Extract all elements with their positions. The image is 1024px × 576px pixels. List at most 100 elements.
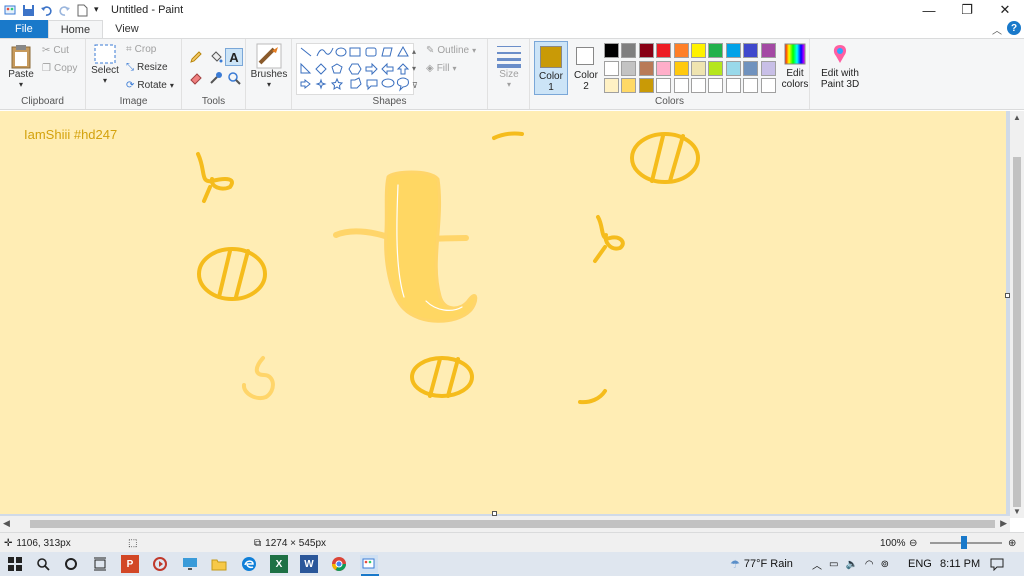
fill-bucket-icon[interactable] [208,49,224,65]
save-icon[interactable] [22,4,35,17]
media-player-icon[interactable] [151,555,169,573]
redo-icon[interactable] [58,4,71,17]
zoom-slider-thumb[interactable] [961,536,967,549]
color-picker-icon[interactable] [208,70,224,86]
paint-app-icon[interactable] [4,4,17,17]
powerpoint-icon[interactable]: P [121,555,139,573]
tab-home[interactable]: Home [47,20,104,38]
text-tool-icon[interactable]: A [225,48,243,66]
color-swatch[interactable] [673,43,689,58]
shapes-scroll[interactable]: ▴ ▾ ⊽ [412,43,418,94]
color-swatch[interactable] [621,78,637,93]
color-swatch[interactable] [708,60,724,76]
volume-icon[interactable]: 🔈 [845,559,857,570]
color-swatch[interactable] [638,60,654,76]
color-swatch[interactable] [691,43,706,58]
color-swatch[interactable] [691,60,706,76]
zoom-in-button[interactable]: ⊕ [1008,533,1016,553]
copy-button[interactable]: ❐ Copy [42,63,77,74]
weather-widget[interactable]: ☂ 77°F Rain [730,552,793,576]
color-swatch[interactable] [656,78,672,93]
customize-qat-icon[interactable]: ▾ [94,4,107,17]
select-button[interactable]: Select ▾ [91,43,119,85]
network-icon[interactable]: ⊚ [881,559,889,570]
size-button[interactable]: Size ▾ [493,43,525,89]
shapes-gallery[interactable] [296,43,414,95]
scroll-right-icon[interactable]: ▶ [1000,518,1007,529]
color-swatch[interactable] [673,60,689,76]
collapse-ribbon-icon[interactable]: ︿ [992,22,1002,37]
language-indicator[interactable]: ENG [908,552,932,576]
desktop-icon[interactable] [181,555,199,573]
scroll-up-icon[interactable]: ▲ [1013,113,1021,122]
file-explorer-icon[interactable] [210,555,228,573]
color2-button[interactable]: Color 2 [570,41,602,95]
cut-button[interactable]: ✂ Cut [42,45,69,56]
color-swatch[interactable] [760,78,776,93]
scroll-left-icon[interactable]: ◀ [3,518,10,529]
color-swatch[interactable] [743,60,759,76]
color-swatch[interactable] [656,43,672,58]
magnifier-icon[interactable] [226,70,242,86]
color-swatch[interactable] [638,43,654,58]
color-swatch[interactable] [760,60,776,76]
color-swatch[interactable] [604,43,619,58]
tab-file[interactable]: File [0,20,48,38]
notifications-icon[interactable] [990,552,1004,576]
paste-button[interactable]: Paste ▾ [6,43,36,89]
eraser-icon[interactable] [188,70,204,86]
excel-icon[interactable]: X [270,555,288,573]
vertical-scrollbar[interactable]: ▲ ▼ [1010,111,1024,518]
crop-button[interactable]: ⌗ Crop [126,44,156,55]
wifi-icon[interactable]: ◠ [865,559,874,570]
pencil-icon[interactable] [188,49,204,65]
paint-taskbar-icon[interactable] [360,555,378,573]
restore-button[interactable]: ❐ [948,0,986,20]
minimize-button[interactable]: — [910,0,948,20]
zoom-out-button[interactable]: ⊖ [909,533,917,553]
color-swatch[interactable] [725,43,741,58]
color-swatch[interactable] [743,78,759,93]
color-swatch[interactable] [725,60,741,76]
tab-view[interactable]: View [103,20,151,38]
rotate-button[interactable]: ⟳ Rotate ▾ [126,80,174,91]
word-icon[interactable]: W [300,555,318,573]
color-swatch[interactable] [743,43,759,58]
color-swatch[interactable] [656,60,672,76]
color-swatch[interactable] [725,78,741,93]
new-file-icon[interactable] [76,4,89,17]
vertical-scroll-thumb[interactable] [1013,157,1021,507]
color-swatch[interactable] [673,78,689,93]
help-icon[interactable]: ? [1007,21,1021,35]
drawing-canvas[interactable]: IamShiii #hd247 [0,111,1006,514]
resize-button[interactable]: ⤡ Resize [126,62,168,73]
color-swatch[interactable] [604,60,619,76]
color-swatch[interactable] [621,60,637,76]
chrome-icon[interactable] [330,555,348,573]
color-swatch[interactable] [638,78,654,93]
color-swatch[interactable] [760,43,776,58]
task-view-icon[interactable] [91,555,109,573]
color-swatch[interactable] [691,78,706,93]
cortana-icon[interactable] [62,555,80,573]
undo-icon[interactable] [40,4,53,17]
color-swatch[interactable] [621,43,637,58]
color-swatch[interactable] [708,43,724,58]
color-swatch[interactable] [708,78,724,93]
edit-with-paint3d-button[interactable]: Edit with Paint 3D [814,43,866,90]
show-hidden-icons-icon[interactable]: ︿ [812,557,822,572]
battery-icon[interactable]: ▭ [829,559,838,570]
horizontal-scrollbar[interactable]: ◀ ▶ [0,516,1010,532]
color1-button[interactable]: Color 1 [534,41,568,95]
edit-colors-button[interactable]: Edit colors [780,43,810,90]
horizontal-scroll-thumb[interactable] [30,520,995,528]
clock[interactable]: 8:11 PM [940,552,980,576]
color-swatch[interactable] [604,78,619,93]
fill-button[interactable]: ◈ Fill ▾ [426,63,457,74]
search-icon[interactable] [34,555,52,573]
edge-browser-icon[interactable] [240,555,258,573]
close-button[interactable]: ✕ [986,0,1024,20]
windows-start-icon[interactable] [6,555,24,573]
brushes-button[interactable]: Brushes ▾ [251,43,287,89]
outline-button[interactable]: ✎ Outline ▾ [426,45,476,56]
